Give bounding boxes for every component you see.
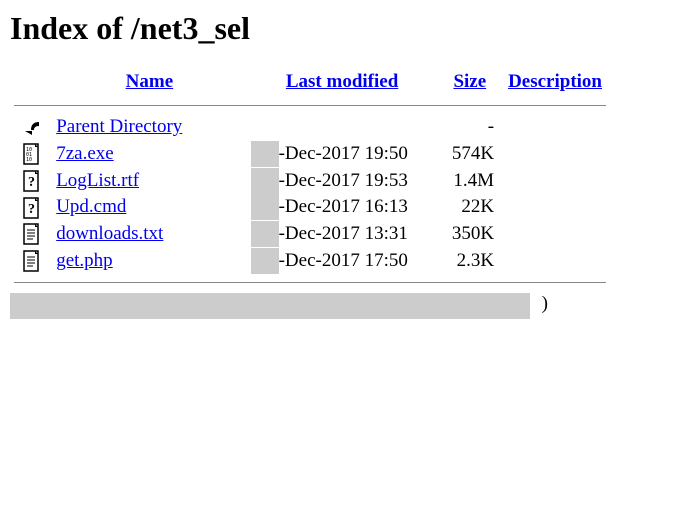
- footer-text: ): [542, 293, 548, 315]
- file-size: 574K: [438, 141, 501, 168]
- svg-text:?: ?: [28, 202, 35, 217]
- file-size: 2.3K: [438, 247, 501, 274]
- back-icon: [22, 117, 42, 139]
- sort-description[interactable]: Description: [508, 71, 602, 92]
- header-row: Name Last modified Size Description: [10, 67, 610, 97]
- redaction: [251, 248, 279, 274]
- svg-text:10: 10: [26, 157, 32, 163]
- text-icon: [22, 223, 42, 245]
- redaction: [251, 141, 279, 167]
- table-row: ? LogList.rtf -Dec-2017 19:53 1.4M: [10, 167, 610, 194]
- file-link[interactable]: LogList.rtf: [56, 170, 139, 191]
- binary-icon: 100110: [22, 143, 42, 165]
- redaction: [251, 168, 279, 194]
- parent-link[interactable]: Parent Directory: [56, 116, 182, 137]
- file-size: 1.4M: [438, 167, 501, 194]
- table-row: get.php -Dec-2017 17:50 2.3K: [10, 247, 610, 274]
- parent-size: -: [438, 114, 501, 141]
- divider: [14, 282, 606, 283]
- sort-name[interactable]: Name: [126, 71, 173, 92]
- page-title: Index of /net3_sel: [10, 10, 667, 47]
- file-link[interactable]: 7za.exe: [56, 143, 113, 164]
- file-link[interactable]: downloads.txt: [56, 223, 163, 244]
- table-row: ? Upd.cmd -Dec-2017 16:13 22K: [10, 194, 610, 221]
- file-link[interactable]: Upd.cmd: [56, 196, 126, 217]
- file-size: 22K: [438, 194, 501, 221]
- sort-modified[interactable]: Last modified: [286, 71, 398, 92]
- file-size: 350K: [438, 221, 501, 248]
- svg-text:?: ?: [28, 175, 35, 190]
- file-link[interactable]: get.php: [56, 250, 112, 271]
- table-row: downloads.txt -Dec-2017 13:31 350K: [10, 221, 610, 248]
- footer-redaction: ): [10, 293, 530, 319]
- redaction: [251, 221, 279, 247]
- sort-size[interactable]: Size: [453, 71, 486, 92]
- parent-row: Parent Directory -: [10, 114, 610, 141]
- unknown-icon: ?: [22, 170, 42, 192]
- directory-listing: Name Last modified Size Description Pare…: [10, 67, 610, 291]
- text-icon: [22, 250, 42, 272]
- unknown-icon: ?: [22, 197, 42, 219]
- table-row: 100110 7za.exe -Dec-2017 19:50 574K: [10, 141, 610, 168]
- divider: [14, 105, 606, 106]
- redaction: [251, 194, 279, 220]
